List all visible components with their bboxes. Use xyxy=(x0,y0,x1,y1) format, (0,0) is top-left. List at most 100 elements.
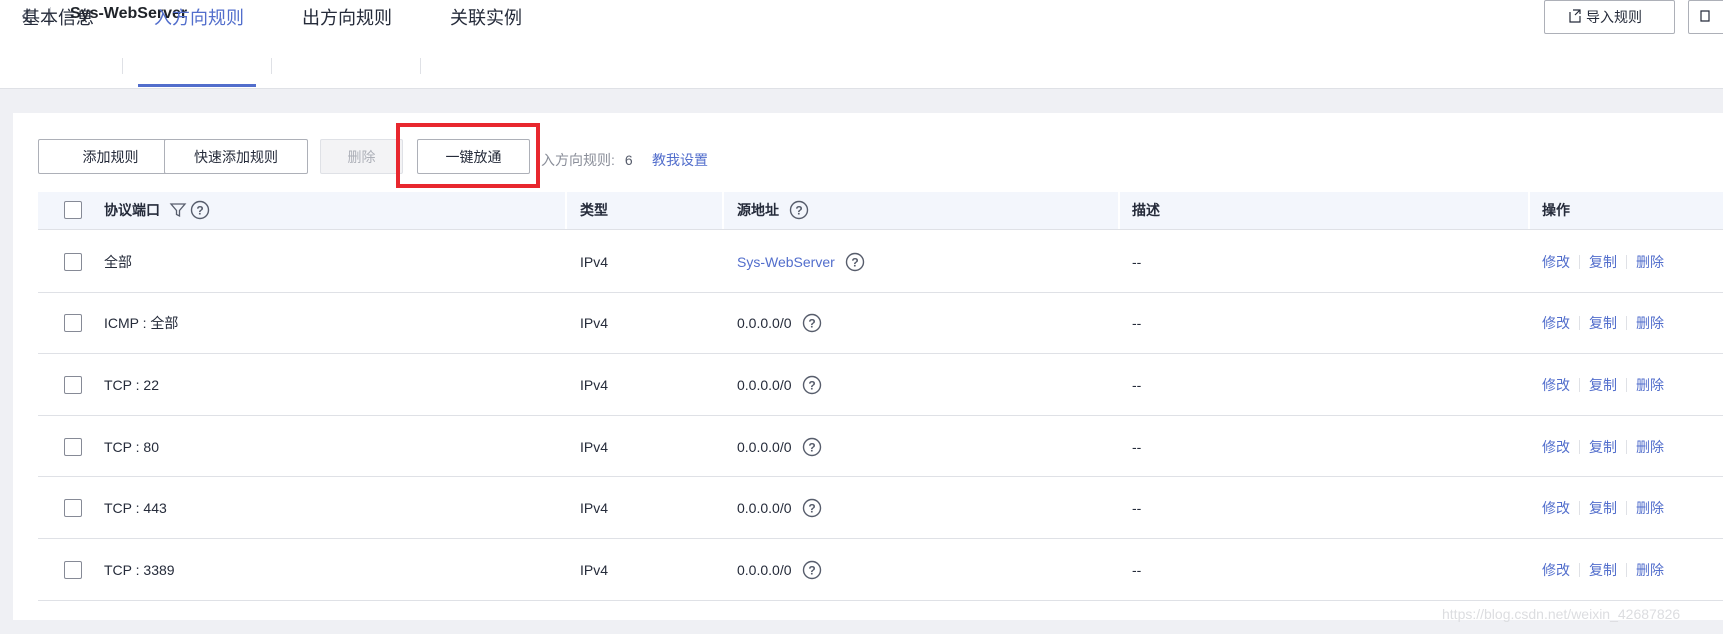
watermark: https://blog.csdn.net/weixin_42687826 xyxy=(1442,606,1681,622)
row-checkbox[interactable] xyxy=(64,437,82,456)
row-checkbox[interactable] xyxy=(64,376,82,394)
table-header xyxy=(38,192,1723,230)
column-protocol-port-label: 协议端口 xyxy=(104,202,160,218)
row-divider xyxy=(38,538,1723,539)
help-icon[interactable]: ? xyxy=(190,200,210,220)
source-value: 0.0.0.0/0 xyxy=(737,315,792,332)
cell-actions: 修改 复制 删除 xyxy=(1542,498,1664,518)
select-all-checkbox[interactable] xyxy=(64,201,82,219)
cell-source: 0.0.0.0/0? xyxy=(737,312,822,334)
action-divider xyxy=(1626,562,1627,577)
action-divider xyxy=(1626,378,1627,392)
row-divider xyxy=(38,476,1723,478)
cell-protocol-port: 全部 xyxy=(104,253,132,270)
delete-link[interactable]: 删除 xyxy=(1636,313,1664,333)
column-protocol-port: 协议端口 ? xyxy=(104,200,210,220)
action-divider xyxy=(1626,254,1627,269)
modify-link[interactable]: 修改 xyxy=(1542,375,1570,395)
modify-link[interactable]: 修改 xyxy=(1542,437,1570,457)
help-icon[interactable]: ? xyxy=(802,560,822,580)
copy-link[interactable]: 复制 xyxy=(1589,437,1617,457)
modify-link[interactable]: 修改 xyxy=(1542,252,1570,272)
copy-link[interactable]: 复制 xyxy=(1589,252,1617,272)
modify-link[interactable]: 修改 xyxy=(1542,498,1570,518)
cell-description: -- xyxy=(1132,377,1142,393)
delete-button[interactable]: 删除 xyxy=(320,139,403,174)
cell-source: 0.0.0.0/0? xyxy=(737,436,822,458)
cell-description: -- xyxy=(1132,253,1142,270)
action-divider xyxy=(1626,316,1627,331)
action-divider xyxy=(1579,316,1580,331)
modify-link[interactable]: 修改 xyxy=(1542,560,1570,580)
source-link[interactable]: Sys-WebServer xyxy=(737,254,835,270)
modify-link[interactable]: 修改 xyxy=(1542,313,1570,333)
delete-link[interactable]: 删除 xyxy=(1636,560,1664,580)
svg-text:?: ? xyxy=(808,563,815,577)
cell-actions: 修改 复制 删除 xyxy=(1542,437,1664,457)
rule-count-text: 入方向规则: 6 xyxy=(541,150,633,170)
action-divider xyxy=(1579,378,1580,392)
cell-actions: 修改 复制 删除 xyxy=(1542,560,1664,580)
delete-link[interactable]: 删除 xyxy=(1636,437,1664,457)
cell-description: -- xyxy=(1132,315,1142,332)
action-divider xyxy=(1579,254,1580,269)
svg-text:?: ? xyxy=(808,440,815,454)
more-button[interactable] xyxy=(1688,0,1723,34)
copy-link[interactable]: 复制 xyxy=(1589,498,1617,518)
help-icon[interactable]: ? xyxy=(845,252,865,272)
cell-protocol-port: TCP : 3389 xyxy=(104,561,175,578)
cell-protocol-port: ICMP : 全部 xyxy=(104,315,179,332)
copy-link[interactable]: 复制 xyxy=(1589,560,1617,580)
cell-description: -- xyxy=(1132,500,1142,517)
quick-add-rule-button[interactable]: 快速添加规则 xyxy=(164,139,308,174)
cell-protocol-port: TCP : 22 xyxy=(104,377,159,393)
cell-source: 0.0.0.0/0? xyxy=(737,497,822,519)
tab-associated-instances[interactable]: 关联实例 xyxy=(450,4,522,30)
help-icon[interactable]: ? xyxy=(802,437,822,457)
cell-protocol-port: TCP : 443 xyxy=(104,500,167,517)
tab-outbound-rules[interactable]: 出方向规则 xyxy=(302,4,392,30)
teach-me-link[interactable]: 教我设置 xyxy=(652,150,708,170)
copy-link[interactable]: 复制 xyxy=(1589,313,1617,333)
svg-text:?: ? xyxy=(795,204,802,218)
highlight-box xyxy=(396,123,540,188)
svg-text:?: ? xyxy=(196,204,203,218)
filter-icon[interactable] xyxy=(169,201,187,219)
tab-basic-info[interactable]: 基本信息 xyxy=(22,4,94,30)
row-checkbox[interactable] xyxy=(64,252,82,271)
action-divider xyxy=(1626,501,1627,516)
help-icon[interactable]: ? xyxy=(802,375,822,395)
row-checkbox[interactable] xyxy=(64,560,82,579)
rule-count-label: 入方向规则: xyxy=(541,152,615,168)
active-tab-indicator xyxy=(138,84,256,87)
help-icon[interactable]: ? xyxy=(789,200,809,220)
help-icon[interactable]: ? xyxy=(802,313,822,333)
row-divider xyxy=(38,291,1723,293)
cell-source: 0.0.0.0/0? xyxy=(737,559,822,581)
cell-description: -- xyxy=(1132,561,1142,578)
import-rules-button[interactable]: 导入规则 xyxy=(1544,0,1675,34)
cell-type: IPv4 xyxy=(580,315,609,332)
tab-divider xyxy=(420,58,421,74)
tab-inbound-rules[interactable]: 入方向规则 xyxy=(154,4,244,30)
help-icon[interactable]: ? xyxy=(802,498,822,518)
add-rule-button[interactable]: 添加规则 xyxy=(38,139,183,174)
action-divider xyxy=(1579,562,1580,577)
row-checkbox[interactable] xyxy=(64,314,82,333)
delete-link[interactable]: 删除 xyxy=(1636,375,1664,395)
delete-link[interactable]: 删除 xyxy=(1636,252,1664,272)
column-description: 描述 xyxy=(1132,202,1160,218)
tab-divider xyxy=(122,58,123,74)
svg-text:?: ? xyxy=(808,502,815,516)
cell-type: IPv4 xyxy=(580,500,609,517)
cell-type: IPv4 xyxy=(580,253,609,270)
action-divider xyxy=(1626,439,1627,454)
delete-link[interactable]: 删除 xyxy=(1636,498,1664,518)
row-checkbox[interactable] xyxy=(64,499,82,518)
cell-actions: 修改 复制 删除 xyxy=(1542,313,1664,333)
copy-link[interactable]: 复制 xyxy=(1589,375,1617,395)
page-header: Sys-WebServer 导入规则 基本信息 入方向规则 出方向规则 关联实例 xyxy=(0,0,1723,89)
cell-actions: 修改 复制 删除 xyxy=(1542,375,1664,395)
tab-divider xyxy=(271,58,272,74)
cell-actions: 修改 复制 删除 xyxy=(1542,252,1664,272)
